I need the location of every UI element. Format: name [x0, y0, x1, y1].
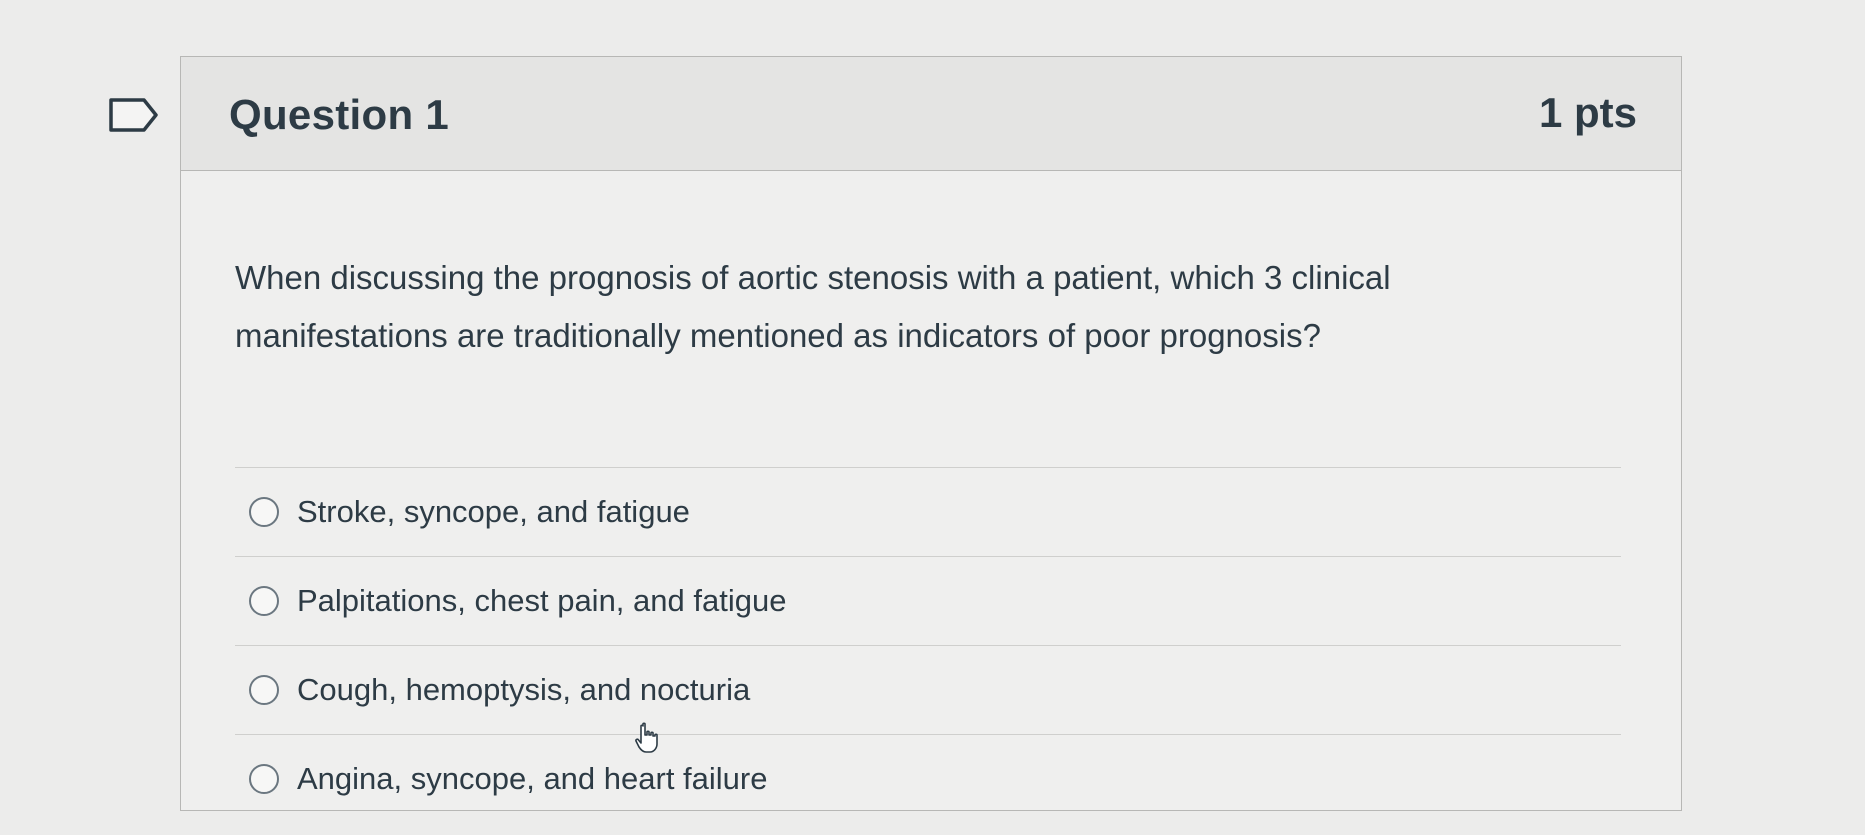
answer-option-3[interactable]: Cough, hemoptysis, and nocturia — [235, 646, 1621, 734]
question-header: Question 1 1 pts — [181, 57, 1681, 171]
answer-label: Palpitations, chest pain, and fatigue — [297, 583, 787, 618]
radio-unselected-icon[interactable] — [249, 497, 279, 527]
answer-label: Cough, hemoptysis, and nocturia — [297, 672, 751, 707]
flag-question-icon[interactable] — [108, 97, 160, 133]
answer-list: Stroke, syncope, and fatigue Palpitation… — [235, 467, 1621, 823]
answer-label: Stroke, syncope, and fatigue — [297, 494, 690, 529]
question-points: 1 pts — [1538, 89, 1637, 136]
question-card: Question 1 1 pts When discussing the pro… — [180, 56, 1682, 811]
answer-option-2[interactable]: Palpitations, chest pain, and fatigue — [235, 557, 1621, 645]
question-title: Question 1 — [229, 91, 450, 138]
radio-unselected-icon[interactable] — [249, 675, 279, 705]
answer-label: Angina, syncope, and heart failure — [297, 761, 768, 796]
radio-unselected-icon[interactable] — [249, 586, 279, 616]
answer-option-1[interactable]: Stroke, syncope, and fatigue — [235, 468, 1621, 556]
question-text: When discussing the prognosis of aortic … — [235, 259, 1391, 354]
radio-unselected-icon[interactable] — [249, 764, 279, 794]
answer-option-4[interactable]: Angina, syncope, and heart failure — [235, 735, 1621, 823]
mouse-pointer-icon — [634, 722, 660, 754]
